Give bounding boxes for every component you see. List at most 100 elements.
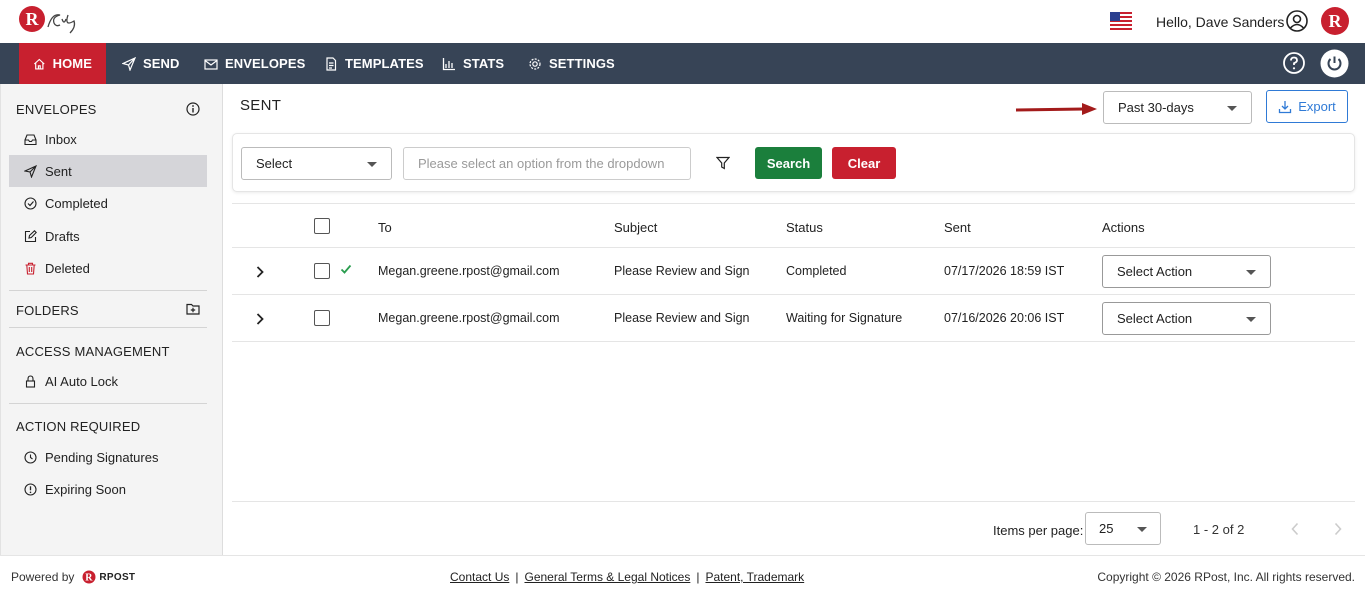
rpost-logo-icon: R	[82, 570, 96, 584]
sidebar-item-label: Inbox	[45, 131, 77, 147]
filter-icon[interactable]	[716, 156, 730, 170]
sidebar-item-deleted[interactable]: Deleted	[9, 252, 207, 284]
chevron-down-icon	[1137, 527, 1147, 532]
items-per-page-value: 25	[1099, 521, 1114, 536]
clear-button[interactable]: Clear	[832, 147, 896, 179]
items-per-page-label: Items per page:	[993, 523, 1084, 538]
user-greeting: Hello, Dave Sanders	[1156, 14, 1285, 30]
sidebar: ENVELOPES Inbox Sent Completed Drafts De…	[0, 84, 223, 555]
row-to: Megan.greene.rpost@gmail.com	[378, 311, 560, 325]
chevron-down-icon	[1246, 317, 1256, 322]
rpost-brand-icon[interactable]: R	[1320, 6, 1350, 36]
chevron-down-icon	[367, 162, 377, 167]
nav-home[interactable]: HOME	[19, 43, 106, 84]
nav-templates[interactable]: TEMPLATES	[324, 43, 424, 84]
envelope-icon	[204, 58, 218, 70]
info-icon[interactable]	[186, 102, 200, 116]
help-icon[interactable]	[1282, 51, 1306, 75]
user-profile-icon[interactable]	[1285, 9, 1309, 33]
period-select-value: Past 30-days	[1118, 100, 1194, 115]
nav-settings[interactable]: SETTINGS	[528, 43, 615, 84]
export-button[interactable]: Export	[1266, 90, 1348, 123]
chevron-right-icon[interactable]	[255, 266, 265, 278]
footer-separator: |	[696, 570, 700, 584]
rsign-logo[interactable]: R	[18, 5, 80, 39]
nav-send-label: SEND	[143, 56, 180, 71]
action-required-heading: ACTION REQUIRED	[16, 419, 141, 434]
svg-text:R: R	[86, 573, 94, 584]
table-row: Megan.greene.rpost@gmail.com Please Revi…	[232, 248, 1355, 295]
us-flag-icon[interactable]	[1110, 10, 1132, 32]
row-checkbox[interactable]	[314, 263, 330, 279]
rpost-logo: R RPOST	[82, 570, 135, 584]
row-status: Waiting for Signature	[786, 311, 903, 325]
row-sent: 07/16/2026 20:06 IST	[944, 311, 1065, 325]
alert-icon	[24, 482, 37, 496]
next-page-icon[interactable]	[1333, 522, 1343, 536]
terms-link[interactable]: General Terms & Legal Notices	[524, 570, 690, 584]
row-subject: Please Review and Sign	[614, 264, 750, 278]
row-status: Completed	[786, 264, 847, 278]
row-action-select[interactable]: Select Action	[1102, 302, 1271, 335]
nav-send[interactable]: SEND	[122, 43, 180, 84]
copyright: Copyright © 2026 RPost, Inc. All rights …	[1097, 570, 1355, 584]
page-range: 1 - 2 of 2	[1193, 522, 1245, 537]
sidebar-item-pending-signatures[interactable]: Pending Signatures	[9, 441, 207, 473]
page-title: SENT	[240, 97, 282, 114]
folders-heading: FOLDERS	[16, 303, 79, 318]
column-header-sent: Sent	[944, 220, 971, 235]
contact-us-link[interactable]: Contact Us	[450, 570, 509, 584]
powered-by: Powered by R RPOST	[11, 570, 135, 584]
chevron-right-icon[interactable]	[255, 313, 265, 325]
sidebar-item-label: Completed	[45, 195, 108, 211]
footer-links: Contact Us | General Terms & Legal Notic…	[450, 570, 804, 584]
chevron-down-icon	[1246, 270, 1256, 275]
nav-stats[interactable]: STATS	[442, 43, 504, 84]
sidebar-divider	[9, 290, 207, 291]
nav-envelopes-label: ENVELOPES	[225, 56, 306, 71]
previous-page-icon[interactable]	[1290, 522, 1300, 536]
search-input[interactable]	[403, 147, 691, 180]
add-folder-icon[interactable]	[186, 302, 200, 316]
export-label: Export	[1298, 99, 1336, 114]
sidebar-item-sent[interactable]: Sent	[9, 155, 207, 187]
svg-text:R: R	[1329, 11, 1343, 31]
column-header-actions: Actions	[1102, 220, 1145, 235]
footer: Powered by R RPOST Contact Us | General …	[0, 555, 1365, 594]
row-action-value: Select Action	[1117, 264, 1193, 279]
svg-text:R: R	[26, 9, 40, 29]
nav-envelopes[interactable]: ENVELOPES	[204, 43, 305, 84]
nav-settings-label: SETTINGS	[549, 56, 615, 71]
sidebar-item-label: Expiring Soon	[45, 481, 126, 497]
download-icon	[1279, 100, 1292, 113]
period-select[interactable]: Past 30-days	[1103, 91, 1252, 124]
items-per-page-select[interactable]: 25	[1085, 512, 1161, 545]
check-circle-icon	[24, 196, 37, 210]
table-header: To Subject Status Sent Actions	[232, 203, 1355, 248]
column-header-subject: Subject	[614, 220, 658, 235]
row-sent: 07/17/2026 18:59 IST	[944, 264, 1065, 278]
nav-stats-label: STATS	[463, 56, 505, 71]
row-action-select[interactable]: Select Action	[1102, 255, 1271, 288]
top-bar: R Hello, Dave Sanders R	[0, 0, 1365, 43]
sidebar-item-drafts[interactable]: Drafts	[9, 220, 207, 252]
patent-trademark-link[interactable]: Patent, Trademark	[705, 570, 804, 584]
nav-home-label: HOME	[52, 56, 92, 71]
column-header-status: Status	[786, 220, 823, 235]
arrow-annotation-icon	[1015, 103, 1097, 115]
edit-icon	[24, 229, 37, 242]
sidebar-item-label: Drafts	[45, 228, 80, 244]
sidebar-item-inbox[interactable]: Inbox	[9, 123, 207, 155]
filter-field-select[interactable]: Select	[241, 147, 392, 180]
search-button[interactable]: Search	[755, 147, 822, 179]
power-icon[interactable]	[1320, 49, 1349, 78]
select-all-checkbox[interactable]	[314, 218, 330, 234]
sidebar-item-ai-auto-lock[interactable]: AI Auto Lock	[9, 365, 207, 397]
sidebar-item-expiring-soon[interactable]: Expiring Soon	[9, 473, 207, 505]
row-checkbox[interactable]	[314, 310, 330, 326]
trash-icon	[25, 262, 36, 275]
sidebar-item-completed[interactable]: Completed	[9, 187, 207, 219]
document-icon	[326, 56, 337, 71]
chevron-down-icon	[1227, 106, 1237, 111]
send-icon	[122, 56, 136, 71]
